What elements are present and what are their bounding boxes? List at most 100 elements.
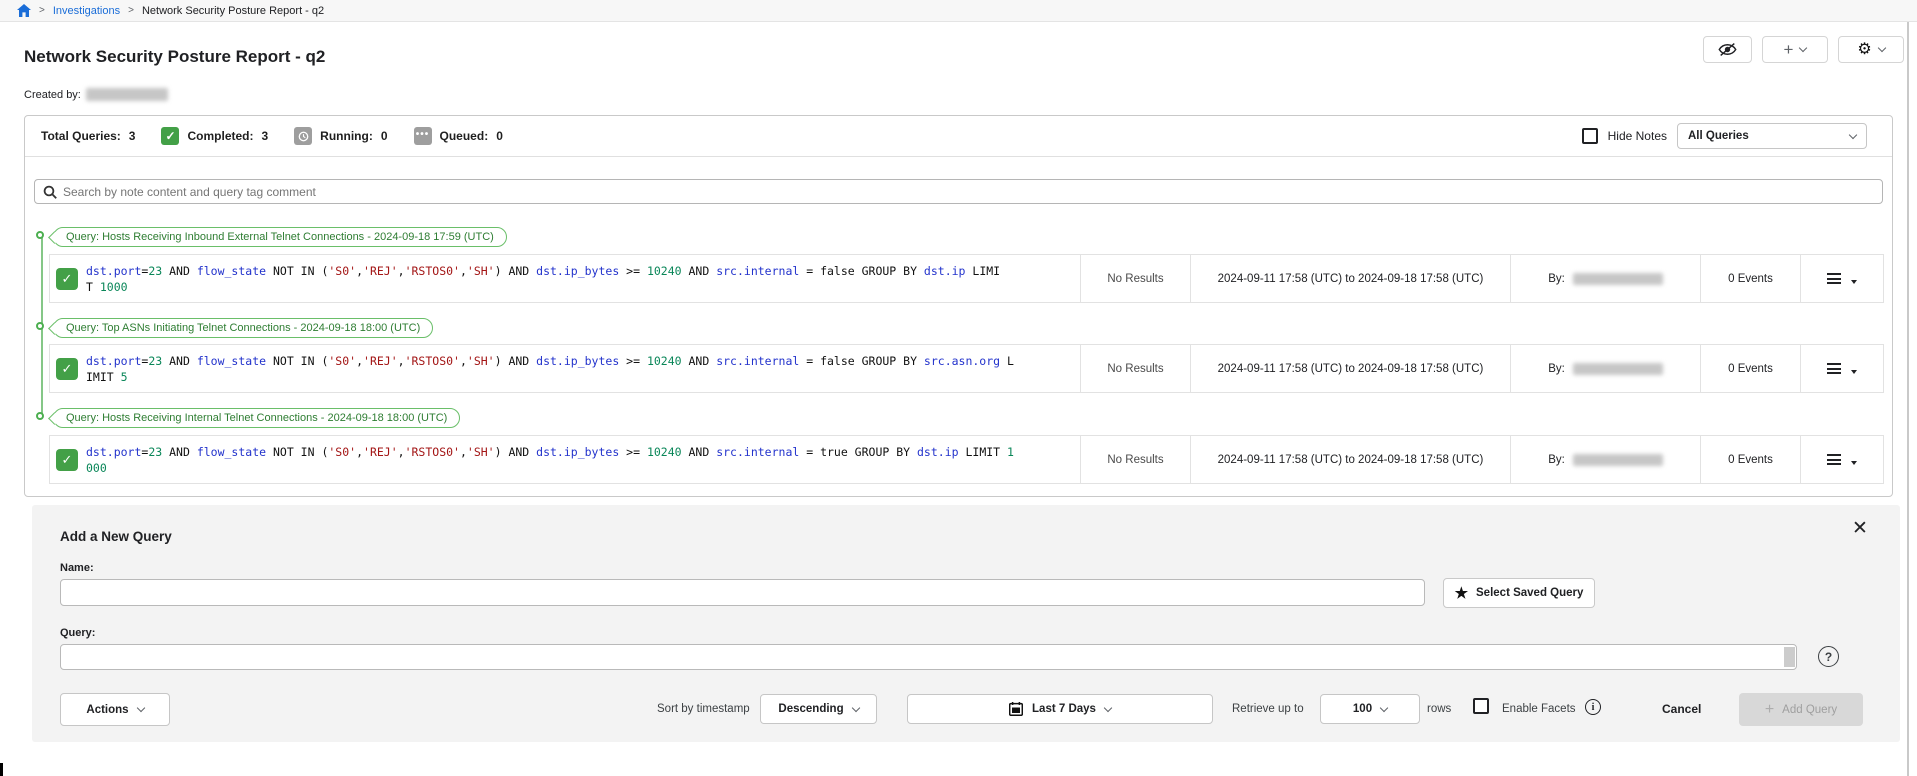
query-status-check[interactable]: ✓ bbox=[56, 358, 78, 380]
author-label: By: bbox=[1548, 273, 1565, 285]
author-label: By: bbox=[1548, 363, 1565, 375]
query-input[interactable] bbox=[61, 645, 1776, 669]
add-query-panel: Add a New Query ✕ Name: ★ Select Saved Q… bbox=[32, 505, 1900, 742]
sort-by-timestamp-label: Sort by timestamp bbox=[657, 703, 750, 715]
sort-direction-select[interactable]: Descending bbox=[760, 694, 877, 724]
timeline-node bbox=[36, 231, 44, 239]
query-input-scrollbar[interactable] bbox=[1784, 647, 1795, 667]
caret-down-icon bbox=[1851, 370, 1857, 374]
row-menu-button[interactable] bbox=[1800, 436, 1883, 483]
query-label: Query: bbox=[60, 627, 95, 639]
enable-facets-label: Enable Facets bbox=[1502, 703, 1576, 715]
stat-queued: ••• Queued:0 bbox=[414, 127, 503, 145]
query-tag[interactable]: Query: Hosts Receiving Inbound External … bbox=[53, 227, 507, 247]
result-cell: No Results bbox=[1080, 436, 1190, 483]
add-query-title: Add a New Query bbox=[60, 529, 172, 544]
query-tag[interactable]: Query: Hosts Receiving Internal Telnet C… bbox=[53, 408, 460, 428]
query-status-check[interactable]: ✓ bbox=[56, 268, 78, 290]
query-text: dst.port=23 AND flow_state NOT IN ('S0',… bbox=[86, 255, 1080, 302]
query-input-wrap bbox=[60, 644, 1797, 670]
actions-dropdown-button[interactable]: Actions bbox=[60, 693, 170, 726]
row-menu-button[interactable] bbox=[1800, 255, 1883, 302]
query-text-line: dst.port=23 AND flow_state NOT IN ('S0',… bbox=[86, 263, 1080, 279]
settings-menu-button[interactable]: ⚙ bbox=[1838, 36, 1904, 63]
stat-running: Running:0 bbox=[294, 127, 387, 145]
row-menu-button[interactable] bbox=[1800, 345, 1883, 392]
chevron-down-icon bbox=[851, 703, 859, 711]
caret-down-icon bbox=[1851, 461, 1857, 465]
chevron-down-icon bbox=[1380, 703, 1388, 711]
author-cell: By: bbox=[1510, 345, 1700, 392]
query-text-line: 000 bbox=[86, 460, 1080, 476]
enable-facets-checkbox[interactable] bbox=[1473, 698, 1489, 714]
row-limit-select[interactable]: 100 bbox=[1320, 694, 1420, 724]
chevron-down-icon bbox=[1849, 130, 1857, 138]
date-range-button[interactable]: Last 7 Days bbox=[907, 694, 1213, 724]
query-row: ✓ dst.port=23 AND flow_state NOT IN ('S0'… bbox=[49, 344, 1884, 393]
retrieve-up-to-label: Retrieve up to bbox=[1232, 703, 1304, 715]
created-by: Created by: bbox=[24, 88, 168, 101]
timerange-cell: 2024-09-11 17:58 (UTC) to 2024-09-18 17:… bbox=[1190, 436, 1510, 483]
info-icon[interactable]: i bbox=[1585, 699, 1601, 715]
events-cell: 0 Events bbox=[1700, 255, 1800, 302]
note-search bbox=[34, 179, 1883, 204]
plus-icon: + bbox=[1765, 702, 1774, 718]
breadcrumb-separator: > bbox=[39, 5, 45, 16]
add-query-button[interactable]: + Add Query bbox=[1739, 693, 1863, 726]
breadcrumb-link-investigations[interactable]: Investigations bbox=[53, 5, 120, 17]
breadcrumb-separator: > bbox=[128, 5, 134, 16]
chevron-down-icon bbox=[1799, 44, 1807, 52]
stats-right-controls: Hide Notes All Queries bbox=[1582, 123, 1867, 149]
check-icon: ✓ bbox=[161, 127, 179, 145]
clock-icon bbox=[294, 127, 312, 145]
calendar-icon bbox=[1009, 702, 1023, 716]
query-text-line: dst.port=23 AND flow_state NOT IN ('S0',… bbox=[86, 353, 1080, 369]
hide-visibility-button[interactable] bbox=[1703, 36, 1752, 63]
query-text-line: T 1000 bbox=[86, 279, 1080, 295]
author-cell: By: bbox=[1510, 436, 1700, 483]
caret-down-icon bbox=[1851, 280, 1857, 284]
help-icon[interactable]: ? bbox=[1818, 646, 1839, 667]
query-filter-select[interactable]: All Queries bbox=[1677, 123, 1867, 149]
name-label: Name: bbox=[60, 562, 94, 574]
author-cell: By: bbox=[1510, 255, 1700, 302]
screen-artifact bbox=[0, 763, 3, 776]
author-redacted-value bbox=[1573, 454, 1663, 466]
search-input[interactable] bbox=[63, 185, 1874, 199]
timerange-cell: 2024-09-11 17:58 (UTC) to 2024-09-18 17:… bbox=[1190, 255, 1510, 302]
plus-icon: + bbox=[1784, 41, 1794, 58]
close-icon[interactable]: ✕ bbox=[1852, 517, 1868, 540]
timerange-cell: 2024-09-11 17:58 (UTC) to 2024-09-18 17:… bbox=[1190, 345, 1510, 392]
page-title: Network Security Posture Report - q2 bbox=[24, 47, 325, 67]
chevron-down-icon bbox=[1877, 44, 1885, 52]
stat-completed: ✓ Completed:3 bbox=[161, 127, 268, 145]
query-tag[interactable]: Query: Top ASNs Initiating Telnet Connec… bbox=[53, 318, 433, 338]
home-icon[interactable] bbox=[17, 4, 31, 17]
cancel-button[interactable]: Cancel bbox=[1662, 702, 1701, 716]
breadcrumb: > Investigations > Network Security Post… bbox=[0, 0, 1917, 22]
query-name-input[interactable] bbox=[60, 579, 1425, 606]
stats-divider bbox=[25, 156, 1892, 157]
app-window: > Investigations > Network Security Post… bbox=[0, 0, 1917, 776]
created-by-redacted-value bbox=[86, 88, 168, 101]
result-cell: No Results bbox=[1080, 255, 1190, 302]
chevron-down-icon bbox=[136, 704, 144, 712]
events-cell: 0 Events bbox=[1700, 436, 1800, 483]
page-scrollbar[interactable] bbox=[1907, 22, 1909, 776]
ellipsis-icon: ••• bbox=[414, 127, 432, 145]
add-menu-button[interactable]: + bbox=[1762, 36, 1828, 63]
rows-label: rows bbox=[1427, 703, 1451, 715]
gear-icon: ⚙ bbox=[1857, 42, 1871, 58]
hide-notes-checkbox[interactable] bbox=[1582, 128, 1598, 144]
query-status-check[interactable]: ✓ bbox=[56, 449, 78, 471]
select-saved-query-button[interactable]: ★ Select Saved Query bbox=[1443, 578, 1595, 608]
stat-total-queries: Total Queries:3 bbox=[41, 129, 135, 143]
investigation-queries-card: Total Queries:3 ✓ Completed:3 Running:0 … bbox=[24, 115, 1893, 497]
header-actions: + ⚙ bbox=[1703, 36, 1904, 63]
result-cell: No Results bbox=[1080, 345, 1190, 392]
menu-icon bbox=[1827, 273, 1841, 284]
breadcrumb-current-page: Network Security Posture Report - q2 bbox=[142, 5, 324, 17]
menu-icon bbox=[1827, 454, 1841, 465]
chevron-down-icon bbox=[1104, 703, 1112, 711]
created-by-label: Created by: bbox=[24, 89, 81, 101]
